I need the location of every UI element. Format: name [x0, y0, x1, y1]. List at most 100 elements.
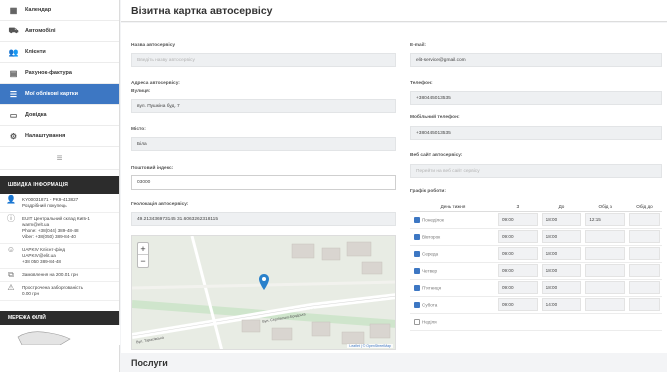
lunch-to-input[interactable]	[629, 247, 660, 260]
day-checkbox[interactable]	[414, 216, 420, 223]
time-cell	[583, 262, 628, 280]
sidebar-item-my-cards[interactable]: ☰ Мої облікові картки	[0, 84, 119, 105]
day-checkbox[interactable]	[414, 250, 420, 257]
postal-label: Поштовий індекс:	[131, 166, 174, 171]
time-to-input[interactable]: 14:00	[541, 298, 582, 311]
info-line: Viber: +38(050) 389-84-40	[22, 234, 76, 239]
website-label: Веб сайт автосервісу:	[410, 153, 463, 158]
sidebar-collapse-toggle[interactable]: ≡	[0, 147, 119, 170]
city-input[interactable]: Біла	[131, 137, 396, 151]
info-line: +38 050 389-84-48	[22, 259, 61, 264]
lunch-from-input[interactable]	[585, 230, 626, 243]
schedule-row: Вівторок 09:00 18:00	[410, 228, 662, 246]
zoom-in-button[interactable]: +	[138, 243, 148, 255]
mobile-input[interactable]: +380445013535	[410, 126, 662, 140]
schedule-row: Середа 09:00 18:00	[410, 245, 662, 263]
day-checkbox[interactable]	[414, 233, 420, 240]
map-zoom-control: + −	[137, 242, 149, 268]
time-cell: 18:00	[539, 245, 584, 263]
time-from-input[interactable]: 09:00	[498, 230, 538, 243]
map-attribution[interactable]: Leaflet | © OpenStreetMap	[347, 344, 393, 348]
menu-icon: ≡	[56, 152, 63, 164]
sidebar-item-clients[interactable]: 👥 Клієнти	[0, 42, 119, 63]
branch-network-header: МЕРЕЖА ФІЛІЙ	[0, 311, 119, 325]
sidebar-item-calendar[interactable]: ▦ Календар	[0, 0, 119, 21]
lunch-to-input[interactable]	[629, 264, 660, 277]
day-checkbox[interactable]	[414, 284, 420, 291]
time-from-input[interactable]: 09:00	[498, 247, 538, 260]
day-checkbox[interactable]	[414, 301, 420, 308]
lunch-from-input[interactable]: 12:15	[585, 213, 626, 226]
geo-input[interactable]: 49.213436973145 31.6063262318115	[131, 212, 396, 226]
schedule-table: День тижня З До Обід з Обід до Понеділок…	[410, 202, 662, 331]
info-circle-icon: ⓘ	[7, 214, 15, 223]
schedule-col-lunch-to: Обід до	[627, 202, 662, 212]
time-to-input[interactable]: 18:00	[541, 213, 582, 226]
time-to-input[interactable]: 18:00	[541, 264, 582, 277]
phone-label: Телефон:	[410, 81, 433, 86]
info-line: Роздрібний покупець	[22, 203, 67, 208]
time-cell	[627, 296, 662, 314]
gear-icon: ⚙	[9, 131, 18, 141]
day-cell: Субота	[410, 296, 496, 314]
email-input[interactable]: elit-service@gmail.com	[410, 53, 662, 67]
day-label: Неділя	[422, 319, 437, 324]
sidebar-item-label: Календар	[25, 7, 52, 13]
street-label: Вулиця:	[131, 89, 151, 94]
name-input[interactable]: Введіть назву автосервісу	[131, 53, 396, 67]
map-marker-icon[interactable]	[259, 274, 269, 290]
lunch-from-input[interactable]	[585, 247, 626, 260]
sidebar-item-settings[interactable]: ⚙ Налаштування	[0, 126, 119, 147]
day-label: Субота	[422, 302, 438, 307]
day-cell: Понеділок	[410, 211, 496, 229]
time-from-input[interactable]: 09:00	[498, 213, 538, 226]
time-cell: 12:15	[583, 211, 628, 229]
time-from-input[interactable]: 09:00	[498, 264, 538, 277]
sidebar-item-label: Клієнти	[25, 49, 46, 55]
time-from-input[interactable]: 09:00	[498, 281, 538, 294]
time-cell	[539, 313, 584, 331]
zoom-out-button[interactable]: −	[138, 255, 148, 267]
time-from-input[interactable]: 09:00	[498, 298, 538, 311]
lunch-to-input[interactable]	[629, 213, 660, 226]
time-cell	[627, 313, 662, 331]
time-to-input[interactable]: 18:00	[541, 281, 582, 294]
website-input[interactable]: Перейти на веб сайт сервісу	[410, 164, 662, 178]
info-item-customer: 👤 KY00031871 - PK9-413827 Роздрібний пок…	[0, 194, 119, 213]
day-cell: Неділя	[410, 313, 496, 331]
info-line: 0.00 грн	[22, 291, 39, 296]
users-icon: 👥	[8, 47, 19, 57]
lunch-to-input[interactable]	[629, 230, 660, 243]
day-cell: Четвер	[410, 262, 496, 280]
time-cell: 09:00	[496, 279, 540, 297]
schedule-col-from: З	[496, 202, 540, 212]
day-checkbox[interactable]	[414, 318, 420, 325]
time-cell: 09:00	[496, 245, 540, 263]
lunch-from-input[interactable]	[585, 281, 626, 294]
car-icon: ⛟	[8, 26, 19, 35]
street-input[interactable]: вул. Пушкіна буд. 7	[131, 99, 396, 113]
lunch-to-input[interactable]	[629, 281, 660, 294]
day-label: Середа	[422, 251, 439, 256]
sidebar-item-cars[interactable]: ⛟ Автомобілі	[0, 21, 119, 42]
quick-info-header: ШВИДКА ІНФОРМАЦІЯ	[0, 176, 119, 194]
info-item-warehouse: ⓘ EUIT Центральний склад Київ-1 warm@elt…	[0, 213, 119, 244]
lunch-to-input[interactable]	[629, 298, 660, 311]
time-to-input[interactable]: 18:00	[541, 230, 582, 243]
time-cell	[496, 313, 540, 331]
location-map[interactable]: Вул. Сергіївсько-Бродська Вул. Тарасівсь…	[131, 235, 396, 350]
phone-input[interactable]: +380445013535	[410, 91, 662, 105]
lunch-from-input[interactable]	[585, 264, 626, 277]
postal-input[interactable]: 03000	[131, 175, 396, 190]
time-cell	[583, 313, 628, 331]
time-cell	[627, 262, 662, 280]
map-tiles	[132, 236, 395, 349]
time-cell: 09:00	[496, 296, 540, 314]
lunch-from-input[interactable]	[585, 298, 626, 311]
sidebar-item-help[interactable]: ▭ Довідка	[0, 105, 119, 126]
sidebar-item-invoice[interactable]: ▤ Рахунок-фактура	[0, 63, 119, 84]
time-to-input[interactable]: 18:00	[541, 247, 582, 260]
day-checkbox[interactable]	[414, 267, 420, 274]
day-label: П'ятниця	[422, 285, 441, 290]
schedule-label: Графік роботи:	[410, 189, 446, 194]
